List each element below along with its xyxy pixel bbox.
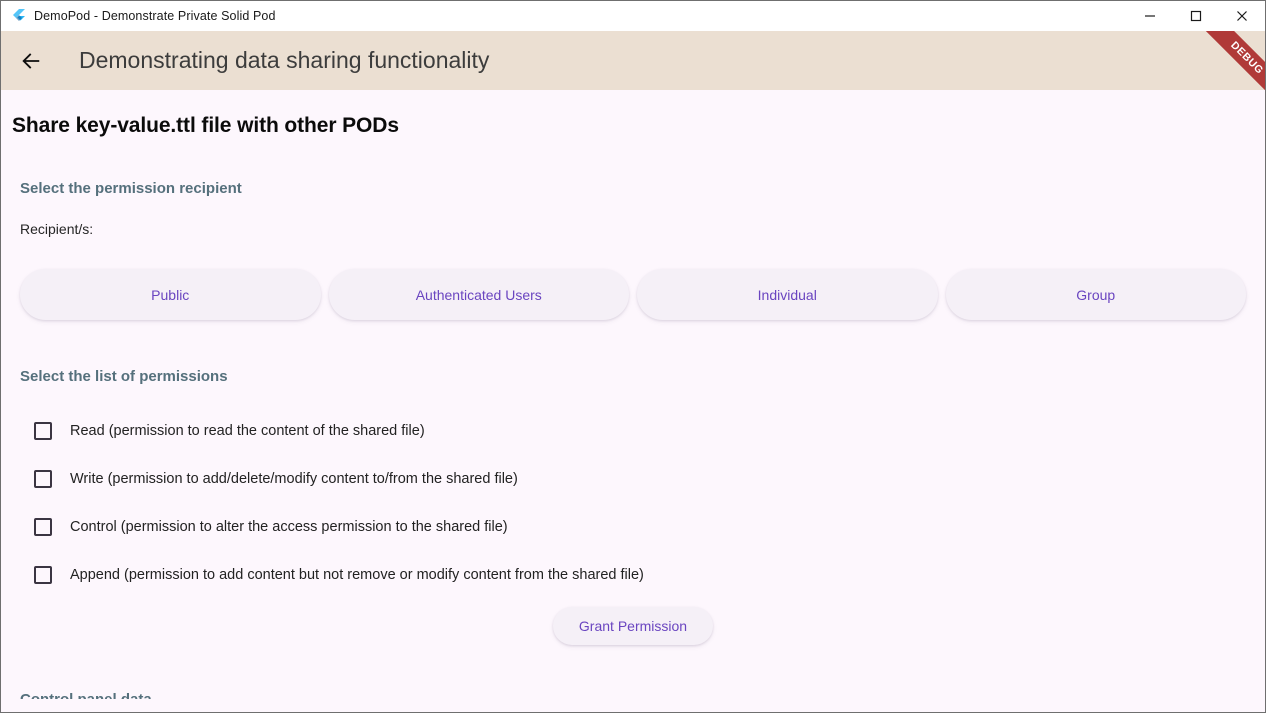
recipient-option-group[interactable]: Group <box>945 269 1246 320</box>
checkbox-read[interactable] <box>34 422 52 440</box>
window-title-text: DemoPod - Demonstrate Private Solid Pod <box>34 9 276 23</box>
back-button[interactable] <box>9 39 53 83</box>
permission-label: Control (permission to alter the access … <box>70 519 508 535</box>
permission-row-control[interactable]: Control (permission to alter the access … <box>1 503 1265 551</box>
app-bar-title: Demonstrating data sharing functionality <box>79 47 490 73</box>
maximize-icon[interactable] <box>1173 1 1219 31</box>
checkbox-control[interactable] <box>34 518 52 536</box>
page-title: Share key-value.ttl file with other PODs <box>12 114 399 137</box>
recipient-option-label: Group <box>1076 286 1116 303</box>
close-icon[interactable] <box>1219 1 1265 31</box>
recipient-option-label: Authenticated Users <box>415 286 542 303</box>
flutter-logo-icon <box>13 9 25 21</box>
recipient-options-row: Public Authenticated Users Individual Gr… <box>20 269 1246 320</box>
permission-row-append[interactable]: Append (permission to add content but no… <box>1 551 1265 599</box>
grant-permission-row: Grant Permission <box>1 607 1265 645</box>
page-content: Share key-value.ttl file with other PODs… <box>1 90 1265 712</box>
back-arrow-icon <box>22 52 40 69</box>
next-section-heading: Control panel data <box>20 691 1265 699</box>
permission-row-write[interactable]: Write (permission to add/delete/modify c… <box>1 455 1265 503</box>
permissions-section-heading: Select the list of permissions <box>20 368 228 385</box>
permissions-list: Read (permission to read the content of … <box>1 407 1265 599</box>
grant-permission-label: Grant Permission <box>578 618 688 634</box>
window-controls <box>1127 1 1265 31</box>
minimize-icon[interactable] <box>1127 1 1173 31</box>
recipient-option-label: Public <box>151 286 190 303</box>
recipient-option-individual[interactable]: Individual <box>637 269 938 320</box>
window-title-bar: DemoPod - Demonstrate Private Solid Pod <box>1 1 1265 31</box>
permission-label: Append (permission to add content but no… <box>70 567 644 583</box>
permission-label: Read (permission to read the content of … <box>70 423 425 439</box>
recipient-section-heading: Select the permission recipient <box>20 180 242 197</box>
checkbox-write[interactable] <box>34 470 52 488</box>
app-bar: Demonstrating data sharing functionality… <box>1 31 1265 108</box>
grant-permission-button[interactable]: Grant Permission <box>552 607 714 645</box>
recipient-option-authenticated-users[interactable]: Authenticated Users <box>328 269 629 320</box>
permission-row-read[interactable]: Read (permission to read the content of … <box>1 407 1265 455</box>
recipient-label: Recipient/s: <box>20 221 94 237</box>
checkbox-append[interactable] <box>34 566 52 584</box>
app-window: DemoPod - Demonstrate Private Solid Pod … <box>0 0 1266 713</box>
recipient-option-public[interactable]: Public <box>20 269 321 320</box>
recipient-option-label: Individual <box>757 286 817 303</box>
permission-label: Write (permission to add/delete/modify c… <box>70 471 518 487</box>
